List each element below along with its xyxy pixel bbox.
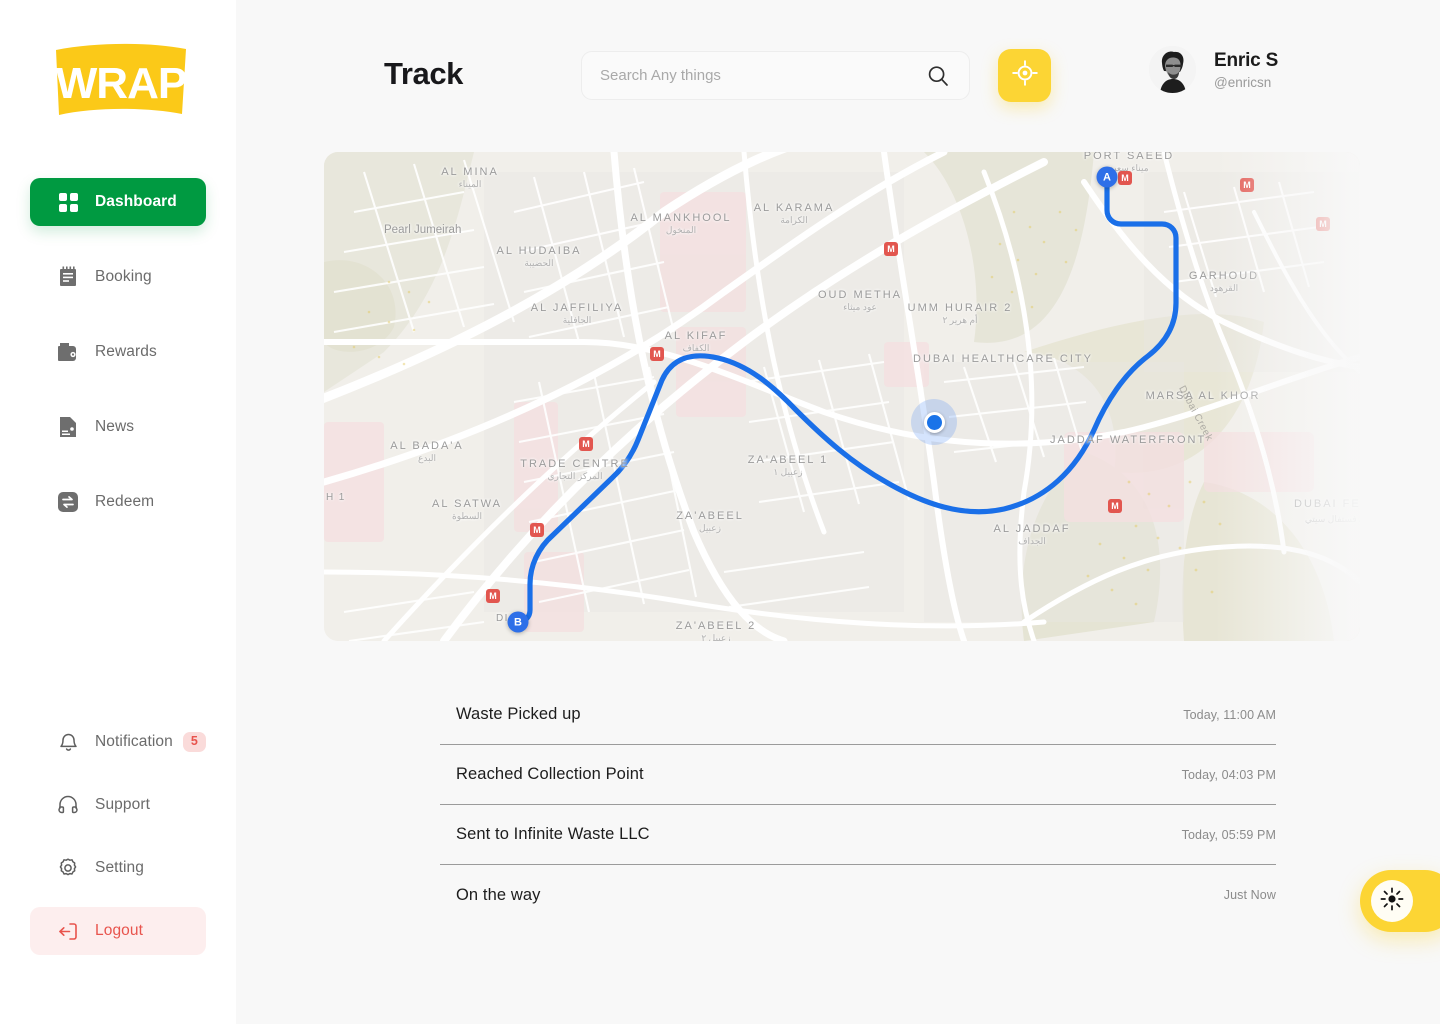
theme-toggle-button[interactable]: [1360, 870, 1440, 932]
document-icon: [55, 414, 81, 440]
timeline-row[interactable]: On the way Just Now: [440, 865, 1276, 925]
map-area-label: AL JAFFILIYA الجافلية: [530, 302, 624, 325]
map-edge-label: Pearl Jumeirah: [384, 224, 462, 236]
bell-icon: [55, 729, 81, 755]
map-area-label: DUBAI FESTIVALدبي فستفال سيتي: [1294, 498, 1360, 524]
timeline-time: Just Now: [1223, 888, 1276, 902]
app-root: WRAP Dashboard Booking Rewards News Rede…: [0, 0, 1440, 1024]
page-title: Track: [384, 56, 464, 91]
sidebar-item-setting[interactable]: Setting: [30, 844, 206, 892]
sidebar-item-label: Support: [95, 796, 150, 813]
metro-station-icon: M: [1240, 178, 1254, 192]
timeline-row[interactable]: Waste Picked up Today, 11:00 AM: [440, 685, 1276, 745]
sidebar: WRAP Dashboard Booking Rewards News Rede…: [0, 0, 236, 1024]
route-start-marker[interactable]: A: [1096, 166, 1118, 188]
timeline-title: Reached Collection Point: [456, 765, 644, 783]
profile-name: Enric S: [1214, 49, 1279, 71]
search-input[interactable]: [600, 67, 900, 84]
map-edge-label: H 1: [326, 492, 346, 503]
tracking-map[interactable]: AL MINA الميناء AL MANKHOOL المنخول AL KAR…: [324, 152, 1360, 641]
vehicle-location-marker[interactable]: [911, 399, 957, 445]
main-content: Track Search Any things Enric S @enricsn…: [236, 0, 1440, 1024]
route-end-marker[interactable]: B: [507, 611, 529, 633]
logout-icon: [55, 918, 81, 944]
sidebar-item-label: Logout: [95, 922, 144, 939]
map-area-label: ZA'ABEEL 1 زعبيل ١: [747, 454, 829, 477]
sidebar-item-news[interactable]: News: [30, 403, 206, 451]
brand-logo[interactable]: WRAP: [50, 40, 192, 122]
grid-icon: [55, 189, 81, 215]
map-area-label: JADDAF WATERFRONT: [1050, 434, 1207, 446]
sun-icon: [1380, 887, 1404, 916]
map-area-label: OUD METHA عود ميثاء: [818, 289, 902, 312]
metro-station-icon: M: [1316, 217, 1330, 231]
metro-station-icon: M: [486, 589, 500, 603]
search-icon[interactable]: [927, 65, 949, 92]
sidebar-item-support[interactable]: Support: [30, 781, 206, 829]
timeline-time: Today, 05:59 PM: [1181, 827, 1276, 842]
sidebar-item-logout[interactable]: Logout: [30, 907, 206, 955]
sidebar-secondary-nav: Notification 5 Support Setting Logout: [0, 718, 236, 970]
tracking-timeline: Waste Picked up Today, 11:00 AM Reached …: [440, 685, 1276, 925]
metro-station-icon: M: [530, 523, 544, 537]
timeline-title: On the way: [456, 885, 541, 904]
metro-station-icon: M: [650, 347, 664, 361]
map-area-label: GARHOUD القرهود: [1188, 270, 1260, 293]
sidebar-item-label: Booking: [95, 268, 152, 285]
metro-station-icon: M: [579, 437, 593, 451]
map-area-label: AL KIFAF الكفاف: [664, 330, 728, 353]
headset-icon: [55, 792, 81, 818]
exchange-icon: [55, 489, 81, 515]
profile-text: Enric S @enricsn: [1214, 50, 1278, 90]
timeline-title: Waste Picked up: [456, 705, 581, 723]
map-area-label: AL BADA'A البدع: [390, 440, 464, 463]
sidebar-item-booking[interactable]: Booking: [30, 253, 206, 301]
sidebar-item-redeem[interactable]: Redeem: [30, 478, 206, 526]
timeline-row[interactable]: Sent to Infinite Waste LLC Today, 05:59 …: [440, 805, 1276, 865]
map-area-label: AL MANKHOOL المنخول: [630, 212, 732, 235]
timeline-row[interactable]: Reached Collection Point Today, 04:03 PM: [440, 745, 1276, 805]
metro-station-icon: M: [884, 242, 898, 256]
avatar: [1149, 46, 1196, 93]
sidebar-item-rewards[interactable]: Rewards: [30, 328, 206, 376]
crosshair-target-icon: [1011, 60, 1038, 91]
sidebar-item-label: Setting: [95, 859, 144, 876]
search-bar[interactable]: [581, 51, 970, 100]
sidebar-item-label: Notification: [95, 733, 173, 750]
timeline-title: Sent to Infinite Waste LLC: [456, 825, 650, 843]
sidebar-item-label: Dashboard: [95, 193, 177, 210]
timeline-time: Today, 04:03 PM: [1181, 767, 1276, 782]
sidebar-item-label: Redeem: [95, 493, 155, 510]
timeline-time: Today, 11:00 AM: [1183, 707, 1276, 722]
map-canvas[interactable]: AL MINA الميناء AL MANKHOOL المنخول AL KAR…: [324, 152, 1360, 641]
user-profile[interactable]: Enric S @enricsn: [1149, 46, 1278, 93]
map-area-label: AL KARAMA الكرامة: [753, 202, 835, 225]
map-area-label: AL HUDAIBA الحضيبة: [496, 245, 582, 268]
map-area-label: TRADE CENTRE المركز التجاري: [520, 458, 630, 481]
map-area-label: AL SATWA السطوة: [432, 498, 502, 521]
locate-button[interactable]: [998, 49, 1051, 102]
map-area-label: AL JADDAF الجداف: [993, 523, 1071, 546]
svg-text:WRAP: WRAP: [56, 59, 186, 108]
sidebar-item-notification[interactable]: Notification 5: [30, 718, 206, 766]
theme-toggle-knob: [1371, 880, 1413, 922]
map-area-label: ZA'ABEEL 2 زعبيل ٢: [675, 620, 757, 641]
gear-icon: [55, 855, 81, 881]
notebook-icon: [55, 264, 81, 290]
map-area-label: MARSA AL KHOR: [1145, 390, 1261, 402]
map-area-label: ZA'ABEEL زعبيل: [676, 510, 744, 533]
sidebar-item-label: News: [95, 418, 135, 435]
profile-handle: @enricsn: [1214, 74, 1272, 90]
top-bar: Track Search Any things Enric S @enricsn: [236, 0, 1440, 150]
map-area-label: DUBAI HEALTHCARE CITY: [913, 353, 1093, 365]
metro-station-icon: M: [1118, 171, 1132, 185]
sidebar-item-label: Rewards: [95, 343, 157, 360]
metro-station-icon: M: [1108, 499, 1122, 513]
map-area-label: UMM HURAIR 2 أم هرير ٢: [907, 302, 1013, 325]
sidebar-primary-nav: Dashboard Booking Rewards News Redeem: [0, 178, 236, 553]
wallet-icon: [55, 339, 81, 365]
map-area-label: AL MINA الميناء: [441, 166, 499, 189]
sidebar-item-dashboard[interactable]: Dashboard: [30, 178, 206, 226]
notification-badge: 5: [182, 732, 206, 752]
